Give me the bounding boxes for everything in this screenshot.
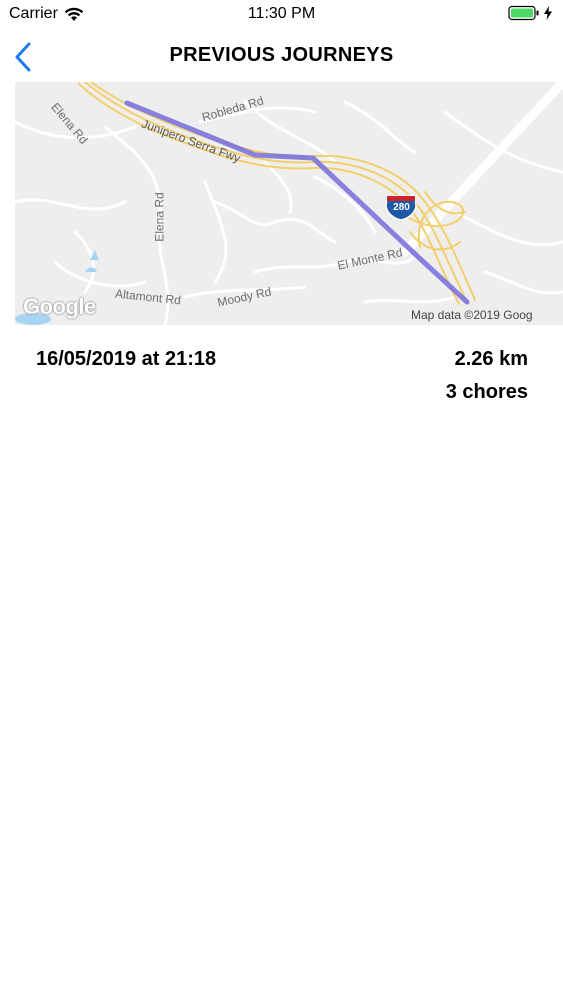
map-roads	[15, 82, 563, 325]
journey-map[interactable]: Elena Rd Robleda Rd Junipero Serra Fwy E…	[15, 82, 563, 325]
journey-chores: 3 chores	[445, 381, 528, 403]
status-bar: Carrier 11:30 PM	[0, 0, 563, 30]
journey-row[interactable]: 16/05/2019 at 21:18 2.26 km 3 chores	[0, 340, 563, 420]
page-title: PREVIOUS JOURNEYS	[169, 44, 394, 66]
google-logo: Google	[23, 294, 96, 319]
charging-bolt-icon	[544, 6, 552, 20]
map-attribution[interactable]: Map data ©2019 Goog	[411, 308, 533, 322]
status-time: 11:30 PM	[247, 5, 316, 22]
status-right	[508, 5, 553, 21]
interstate-number: 280	[393, 202, 410, 213]
journey-date: 16/05/2019 at 21:18	[36, 348, 217, 370]
nav-bar: PREVIOUS JOURNEYS	[0, 30, 563, 80]
journey-distance: 2.26 km	[454, 348, 528, 370]
battery-icon	[508, 5, 539, 21]
map-label-elena-rd-mid: Elena Rd	[152, 192, 167, 242]
